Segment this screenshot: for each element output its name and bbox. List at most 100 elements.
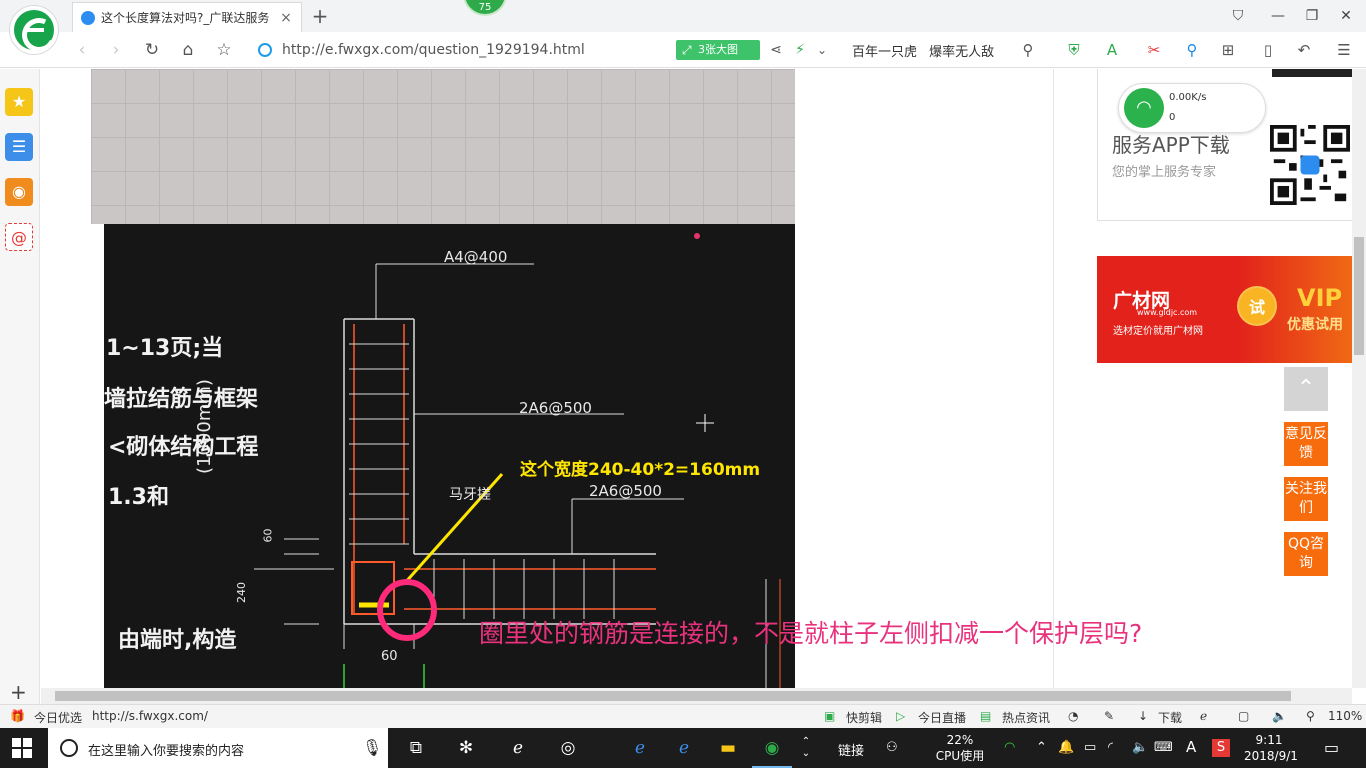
list-icon[interactable]: ☰ [5,133,33,161]
shield-icon[interactable]: ⛨ [1064,40,1084,60]
cpu-label: CPU使用 [935,749,985,763]
action-center-icon[interactable]: ▭ [1324,738,1339,757]
edge-icon[interactable]: ℯ [628,736,652,760]
taskbar-clock[interactable]: 9:11 2018/9/1 [1244,732,1298,764]
yellow-note: 这个宽度240-40*2=160mm [520,460,761,480]
today-picks-link[interactable]: 今日优选 [34,709,82,726]
ie-icon[interactable]: ℯ [672,736,696,760]
cpu-usage[interactable]: 22% CPU使用 [930,732,990,764]
volume-icon[interactable]: 🔈 [1272,709,1287,723]
battery-icon[interactable]: ▭ [1084,740,1096,755]
vertical-scrollbar[interactable] [1352,69,1366,688]
link-label[interactable]: 链接 [838,740,864,759]
news-link[interactable]: 热点资讯 [1002,709,1050,726]
task-view-icon[interactable]: ⧉ [404,736,428,760]
maximize-icon[interactable]: ❐ [1302,6,1322,26]
reader-icon[interactable]: ▯ [1258,40,1278,60]
minimize-icon[interactable]: — [1268,6,1288,26]
speedup-icon[interactable]: ◔ [1068,709,1078,723]
lightning-icon[interactable]: ⚡ [788,38,812,62]
sidebar-add-icon[interactable]: + [10,680,27,704]
search-icon[interactable]: ⚲ [1016,38,1040,62]
horizontal-scrollbar[interactable] [41,688,1352,704]
fan-app-icon[interactable]: ✻ [454,736,478,760]
tab-active[interactable]: 这个长度算法对吗?_广联达服务 × [72,2,302,32]
chevron-down-icon[interactable]: ⌄ [810,38,834,62]
follow-us-button[interactable]: 关注我们 [1284,477,1328,521]
taskbar-search-placeholder[interactable]: 在这里输入你要搜索的内容 [88,740,244,759]
clip-icon[interactable]: ▣ [824,709,835,723]
window-icon[interactable]: ▢ [1238,709,1249,723]
cad-label-a6-mid: 2A6@500 [589,482,662,500]
tray-expand-icon[interactable]: ⌃ [1036,740,1047,755]
favorite-star-icon[interactable]: ☆ [212,38,236,62]
kuaijianji-link[interactable]: 快剪辑 [846,709,882,726]
gift-icon[interactable]: 🎁 [10,709,25,723]
network-speed-widget[interactable]: ◠ 0.00K/s 0 [1118,83,1266,133]
browser-logo-icon[interactable] [10,6,58,54]
weibo-icon[interactable]: ◉ [5,178,33,206]
close-window-icon[interactable]: ✕ [1336,6,1356,26]
windows-start-icon[interactable] [12,738,32,758]
ad-domain: www.gldjc.com [1137,308,1198,317]
taskbar-overflow-icon[interactable]: ⌃ ⌄ [794,736,818,760]
hover-url: http://s.fwxgx.com/ [92,709,208,723]
download-icon[interactable]: ↓ [1138,709,1148,723]
horizontal-scroll-thumb[interactable] [55,691,1291,701]
nav-bar: ‹ › ↻ ⌂ ☆ http://e.fwxgx.com/question_19… [0,32,1366,68]
translate-icon[interactable]: A [1102,40,1122,60]
scissors-icon[interactable]: ✂ [1144,40,1164,60]
email-at-icon[interactable]: @ [5,223,33,251]
big-picture-button[interactable]: 3张大图 [676,40,760,60]
hot-search-item[interactable]: 爆率无人敌 [929,45,994,60]
zoom-level[interactable]: 110% [1328,709,1362,723]
feedback-button[interactable]: 意见反馈 [1284,422,1328,466]
keyboard-icon[interactable]: ⌨ [1154,740,1173,755]
notification-bell-icon[interactable]: 🔔 [1058,740,1074,755]
zoom-icon[interactable]: ⚲ [1306,709,1315,723]
people-icon[interactable]: ⚇ [886,740,898,755]
magnifier-icon[interactable]: ⚲ [1182,40,1202,60]
speed-badge[interactable]: 75 [463,0,507,16]
hot-search[interactable]: 百年一只虎 爆率无人敌 [852,41,1002,60]
skin-icon[interactable]: ⛉ [1228,6,1248,26]
ime-indicator[interactable]: A [1186,738,1196,756]
file-explorer-icon[interactable]: ▬ [716,736,740,760]
360-browser-taskbar-icon[interactable]: ◉ [752,736,792,768]
speaker-icon[interactable]: 🔈 [1132,740,1148,755]
spiral-app-icon[interactable]: ◎ [556,736,580,760]
news-icon[interactable]: ▤ [980,709,991,723]
play-icon[interactable]: ▷ [896,709,905,723]
hot-search-item[interactable]: 百年一只虎 [852,45,917,60]
live-link[interactable]: 今日直播 [918,709,966,726]
app-download-title[interactable]: 服务APP下载 [1112,129,1230,158]
side-text-line: 1~13页;当 [106,336,224,361]
qq-consult-button[interactable]: QQ咨询 [1284,532,1328,576]
edge-old-icon[interactable]: ℯ [506,736,530,760]
back-icon[interactable]: ‹ [70,38,94,62]
vertical-scroll-thumb[interactable] [1354,237,1364,355]
refresh-icon[interactable]: ↻ [140,38,164,62]
network-icon[interactable]: ◜ [1108,740,1113,755]
microphone-icon[interactable]: 🎙 [362,738,382,757]
ie-mode-icon[interactable]: ℯ [1200,709,1207,723]
forward-icon[interactable]: › [104,38,128,62]
cad-dim-240: 240 [235,582,248,603]
pin-icon[interactable]: ✎ [1104,709,1114,723]
undo-icon[interactable]: ↶ [1294,40,1314,60]
sogou-icon[interactable]: S [1212,739,1230,757]
app-download-box[interactable]: 服务APP下载 您的掌上服务专家 ◠ 0.00K/s 0 [1097,69,1352,221]
clock-time: 9:11 [1255,733,1283,747]
download-link[interactable]: 下载 [1158,709,1182,726]
taskbar-search-box[interactable]: 在这里输入你要搜索的内容 🎙 [48,728,388,768]
home-icon[interactable]: ⌂ [176,38,200,62]
back-to-top-icon[interactable]: ⌃ [1284,367,1328,411]
apps-grid-icon[interactable]: ⊞ [1218,40,1238,60]
wifi-tray-icon[interactable]: ◠ [1004,740,1015,755]
tab-close-icon[interactable]: × [279,10,293,26]
menu-icon[interactable]: ☰ [1334,40,1354,60]
share-icon[interactable]: ⋖ [764,38,788,62]
favorites-star-icon[interactable]: ★ [5,88,33,116]
new-tab-button[interactable]: + [310,4,330,28]
ad-banner[interactable]: 广材网 www.gldjc.com 选材定价就用广材网 试 VIP 优惠试用 [1097,256,1352,363]
